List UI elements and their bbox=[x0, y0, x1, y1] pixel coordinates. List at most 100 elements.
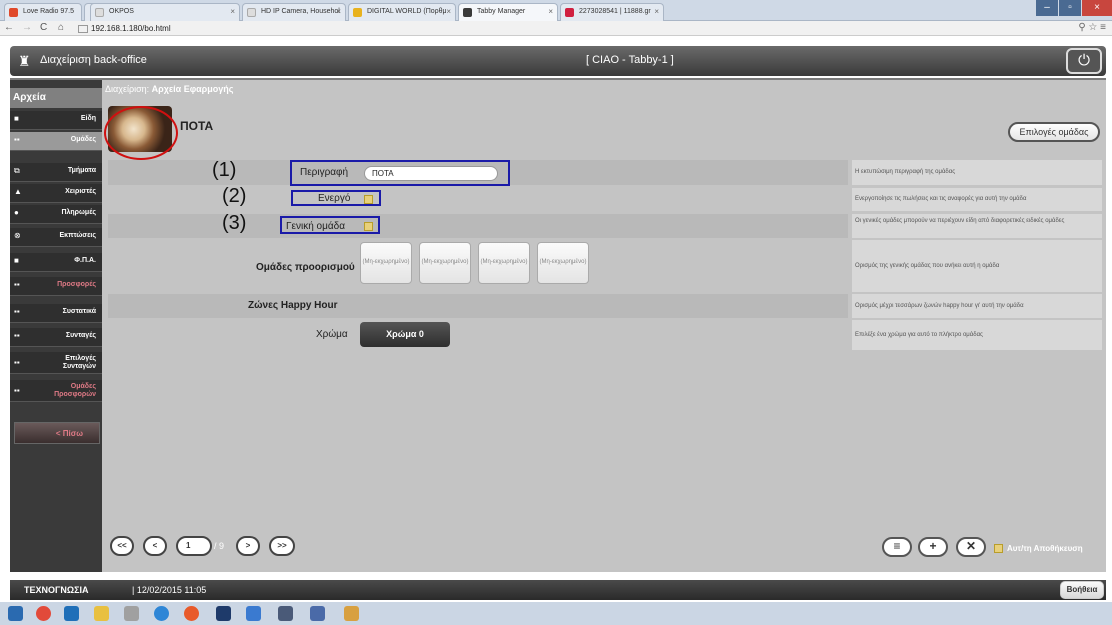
windows-taskbar bbox=[0, 602, 1112, 625]
app-header: ♜ Διαχείριση back-office [ CIAO - Tabby-… bbox=[10, 46, 1106, 76]
close-tab-icon[interactable]: × bbox=[548, 4, 553, 20]
square-icon: ■ bbox=[14, 114, 19, 123]
start-icon[interactable] bbox=[8, 606, 23, 621]
prev-page-button[interactable]: < bbox=[143, 536, 167, 556]
browser-tab[interactable]: HD IP Camera, Househol × bbox=[242, 3, 346, 21]
explorer-icon[interactable] bbox=[124, 606, 139, 621]
photoshop-icon[interactable] bbox=[216, 606, 231, 621]
paint-icon[interactable] bbox=[344, 606, 359, 621]
chrome-icon[interactable] bbox=[36, 606, 51, 621]
marker-1: (1) bbox=[212, 159, 237, 181]
back-button[interactable]: < Πίσω bbox=[14, 422, 100, 444]
sidebar bbox=[10, 80, 102, 572]
group-title: ΠΟΤΑ bbox=[180, 119, 214, 133]
sidebar-item-groups[interactable]: ▪▪ Ομάδες bbox=[10, 132, 102, 151]
sidebar-item-recipes[interactable]: ▪▪ Συνταγές bbox=[10, 328, 102, 347]
home-icon[interactable]: ⌂ bbox=[58, 21, 64, 35]
x-icon: ✕ bbox=[965, 539, 977, 553]
delete-button[interactable]: ✕ bbox=[956, 537, 986, 557]
form-row-active bbox=[108, 188, 848, 211]
chrome2-icon[interactable] bbox=[184, 606, 199, 621]
help-button[interactable]: Βοήθεια bbox=[1060, 581, 1104, 599]
minimize-icon[interactable]: – bbox=[1036, 0, 1058, 16]
annotation-box-1 bbox=[290, 160, 510, 186]
destination-slot-1[interactable]: (Μη-εκχωρημένο) bbox=[360, 242, 412, 284]
sidebar-item-ingredients[interactable]: ▪▪ Συστατικά bbox=[10, 304, 102, 323]
page-input[interactable]: 1 bbox=[176, 536, 212, 556]
maximize-icon[interactable]: ▫ bbox=[1059, 0, 1081, 16]
groups-icon: ▪▪ bbox=[14, 135, 20, 144]
group-options-button[interactable]: Επιλογές ομάδας bbox=[1008, 122, 1100, 142]
happy-hour-label: Ζώνες Happy Hour bbox=[248, 300, 338, 311]
page-icon bbox=[95, 8, 104, 17]
app-title: Διαχείριση back-office bbox=[40, 54, 147, 66]
sidebar-item-operators[interactable]: ▲ Χειριστές bbox=[10, 184, 102, 203]
close-tab-icon[interactable]: × bbox=[230, 4, 235, 20]
close-tab-icon[interactable]: × bbox=[654, 4, 659, 20]
browser-tab[interactable]: DIGITAL WORLD (Πορθμ × bbox=[348, 3, 456, 21]
marker-3: (3) bbox=[222, 212, 247, 234]
sidebar-item-discounts[interactable]: ⊗ Εκπτώσεις bbox=[10, 228, 102, 247]
session-label: [ CIAO - Tabby-1 ] bbox=[586, 54, 674, 66]
power-button[interactable]: ⏻ bbox=[1066, 48, 1102, 74]
sidebar-item-items[interactable]: ■ Είδη bbox=[10, 111, 102, 130]
url-field[interactable]: 192.168.1.180/bo.html bbox=[78, 22, 1078, 35]
plus-icon: + bbox=[929, 539, 937, 553]
window-icon[interactable] bbox=[278, 606, 293, 621]
screen: Love Radio 97.5 ◂▸ × OKPOS× HD IP Camera… bbox=[0, 0, 1112, 625]
marker-2: (2) bbox=[222, 185, 247, 207]
autosave-checkbox[interactable] bbox=[994, 544, 1003, 553]
destination-slot-2[interactable]: (Μη-εκχωρημένο) bbox=[419, 242, 471, 284]
color-hint: Επιλέξε ένα χρώμα για αυτό το πλήκτρο ομ… bbox=[852, 320, 1102, 350]
add-button[interactable]: + bbox=[918, 537, 948, 557]
doc-icon[interactable] bbox=[310, 606, 325, 621]
first-page-button[interactable]: << bbox=[110, 536, 134, 556]
folder-icon[interactable] bbox=[94, 606, 109, 621]
close-tab-icon[interactable]: × bbox=[336, 4, 341, 20]
copy-icon: ⧉ bbox=[14, 166, 20, 175]
sidebar-item-recipe-options[interactable]: ▪▪ Επιλογές Συνταγών bbox=[10, 352, 102, 374]
groups-icon: ▪▪ bbox=[14, 386, 20, 395]
phone-icon bbox=[565, 8, 574, 17]
coin-icon: ● bbox=[14, 208, 19, 217]
description-hint: Η εκτυπώσιμη περιγραφή της ομάδας bbox=[852, 160, 1102, 185]
company-name: ΤΕΧΝΟΓΝΩΣΙΑ bbox=[24, 585, 89, 595]
highlight-circle bbox=[104, 106, 178, 160]
sidebar-item-departments[interactable]: ⧉ Τμήματα bbox=[10, 163, 102, 182]
list-button[interactable]: ≡ bbox=[882, 537, 912, 557]
operator-icon: ♜ bbox=[18, 53, 31, 69]
close-icon[interactable]: × bbox=[1082, 0, 1112, 16]
groups-icon: ▪▪ bbox=[14, 280, 20, 289]
sidebar-item-offer-groups[interactable]: ▪▪ Ομάδες Προσφορών bbox=[10, 380, 102, 402]
ie-icon[interactable] bbox=[154, 606, 169, 621]
destination-slot-3[interactable]: (Μη-εκχωρημένο) bbox=[478, 242, 530, 284]
browser-tab-active[interactable]: Tabby Manager × bbox=[458, 3, 558, 21]
radio-icon bbox=[9, 8, 18, 17]
browser-tab[interactable]: 2273028541 | 11888.gr × bbox=[560, 3, 664, 21]
digitalworld-icon bbox=[353, 8, 362, 17]
address-bar: ← → C ⌂ 192.168.1.180/bo.html ⚲ ☆ ≡ bbox=[0, 21, 1112, 36]
last-page-button[interactable]: >> bbox=[269, 536, 295, 556]
outlook-icon[interactable] bbox=[64, 606, 79, 621]
back-arrow-icon[interactable]: ← bbox=[4, 21, 14, 35]
happy-hour-hint: Ορισμός μέχρι τεσσάρων ζωνών happy hour … bbox=[852, 294, 1102, 318]
sidebar-item-offers[interactable]: ▪▪ Προσφορές bbox=[10, 277, 102, 296]
groups-icon: ▪▪ bbox=[14, 358, 20, 367]
browser-menu-icons[interactable]: ⚲ ☆ ≡ bbox=[1078, 21, 1106, 35]
browser-tab[interactable]: Love Radio 97.5 bbox=[4, 3, 82, 21]
tabby-icon[interactable] bbox=[246, 606, 261, 621]
color-button[interactable]: Χρώμα 0 bbox=[360, 322, 450, 347]
browser-tab[interactable]: OKPOS × bbox=[90, 3, 240, 21]
sidebar-item-vat[interactable]: ■ Φ.Π.Α. bbox=[10, 253, 102, 272]
tabby-icon bbox=[463, 8, 472, 17]
destination-slot-4[interactable]: (Μη-εκχωρημένο) bbox=[537, 242, 589, 284]
browser-tabbar: Love Radio 97.5 ◂▸ × OKPOS× HD IP Camera… bbox=[0, 0, 1112, 21]
sidebar-item-payments[interactable]: ● Πληρωμές bbox=[10, 205, 102, 224]
page-icon bbox=[247, 8, 256, 17]
forward-arrow-icon[interactable]: → bbox=[22, 21, 32, 35]
close-tab-icon[interactable]: × bbox=[446, 4, 451, 20]
user-icon: ▲ bbox=[14, 187, 22, 196]
next-page-button[interactable]: > bbox=[236, 536, 260, 556]
breadcrumb: Διαχείριση: Αρχεία Εφαρμογής bbox=[105, 84, 234, 94]
reload-icon[interactable]: C bbox=[40, 21, 47, 35]
